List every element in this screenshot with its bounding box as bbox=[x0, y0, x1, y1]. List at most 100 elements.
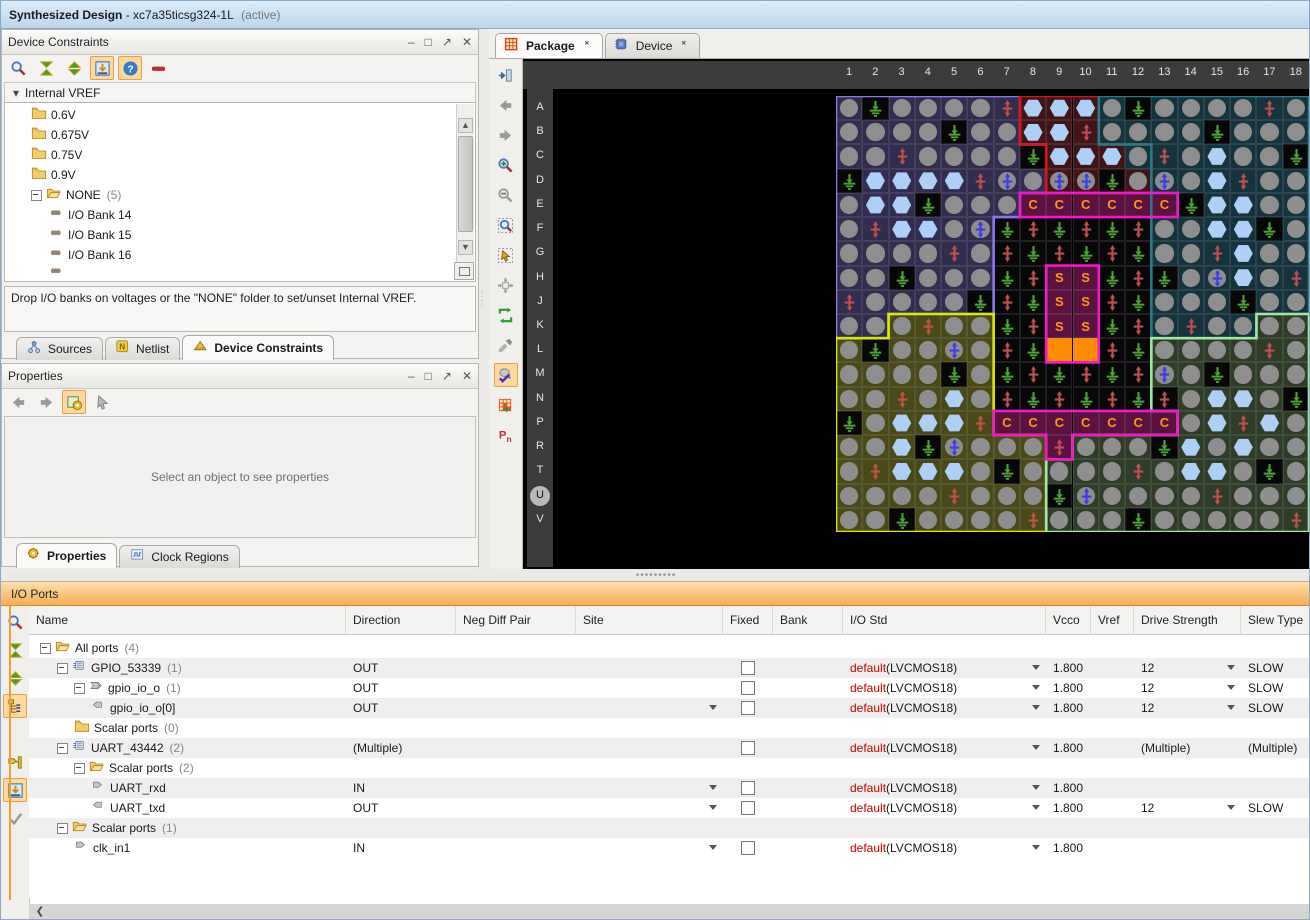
package-pin-cell[interactable] bbox=[1151, 241, 1177, 265]
io-port-row-scalar-ports[interactable]: Scalar ports(1) bbox=[29, 818, 1310, 838]
close-icon[interactable]: ✕ bbox=[462, 36, 472, 48]
clock-capable-pin-cell[interactable]: C bbox=[1046, 193, 1072, 217]
clock-capable-pin-cell[interactable]: C bbox=[994, 411, 1020, 435]
package-pin-cell[interactable] bbox=[967, 241, 993, 265]
fixed-checkbox[interactable] bbox=[741, 781, 755, 795]
package-pin-cell[interactable] bbox=[915, 144, 941, 168]
unplace-button[interactable] bbox=[494, 333, 518, 357]
power-pin-cell[interactable] bbox=[1125, 266, 1151, 290]
fit-selection-button[interactable] bbox=[494, 273, 518, 297]
package-pin-cell[interactable] bbox=[862, 266, 888, 290]
site-dropdown-icon[interactable] bbox=[709, 705, 717, 710]
float-icon[interactable]: ↗ bbox=[442, 36, 452, 48]
power-pin-cell[interactable] bbox=[1020, 266, 1046, 290]
clock-capable-pin-cell[interactable]: C bbox=[1125, 193, 1151, 217]
package-pin-cell[interactable] bbox=[836, 144, 862, 168]
package-pin-cell[interactable] bbox=[1256, 266, 1282, 290]
column-header-slew-type[interactable]: Slew Type bbox=[1241, 606, 1310, 634]
site-dropdown-icon[interactable] bbox=[709, 805, 717, 810]
io-pin-cell[interactable] bbox=[889, 459, 915, 483]
io-pin-cell[interactable] bbox=[1099, 144, 1125, 168]
io-ports-hscrollbar[interactable]: ❮ bbox=[29, 904, 1310, 920]
package-pin-cell[interactable] bbox=[1256, 435, 1282, 459]
package-pin-cell[interactable] bbox=[941, 508, 967, 532]
ground-pin-cell[interactable] bbox=[1230, 290, 1256, 314]
properties-header[interactable]: Properties – □ ↗ ✕ bbox=[2, 364, 478, 389]
fixed-checkbox[interactable] bbox=[741, 841, 755, 855]
power-pin-cell[interactable] bbox=[1256, 96, 1282, 120]
package-pin-cell[interactable] bbox=[1178, 144, 1204, 168]
power-pin-cell[interactable] bbox=[1099, 387, 1125, 411]
drive-dropdown-icon[interactable] bbox=[1227, 685, 1235, 690]
package-pin-cell[interactable] bbox=[1256, 508, 1282, 532]
package-pin-cell[interactable] bbox=[862, 508, 888, 532]
tab-netlist[interactable]: NNetlist bbox=[105, 337, 180, 360]
package-pin-cell[interactable] bbox=[967, 314, 993, 338]
column-header-direction[interactable]: Direction bbox=[346, 606, 456, 634]
float-icon[interactable]: ↗ bbox=[442, 370, 452, 382]
io-pin-cell[interactable] bbox=[941, 387, 967, 411]
package-pin-cell[interactable] bbox=[915, 362, 941, 386]
package-pin-cell[interactable] bbox=[967, 459, 993, 483]
io-pin-cell[interactable] bbox=[1230, 387, 1256, 411]
clock-capable-pin-cell[interactable]: C bbox=[1020, 411, 1046, 435]
io-std-dropdown-icon[interactable] bbox=[1032, 845, 1040, 850]
io-port-row-gpio-53339[interactable]: GPIO_53339(1)OUTdefault (LVCMOS18)1.8001… bbox=[29, 658, 1310, 678]
drive-dropdown-icon[interactable] bbox=[1227, 805, 1235, 810]
special-pin-cell[interactable]: S bbox=[1073, 266, 1099, 290]
maximize-icon[interactable]: □ bbox=[425, 36, 432, 48]
package-pin-cell[interactable] bbox=[915, 484, 941, 508]
io-pin-cell[interactable] bbox=[1178, 435, 1204, 459]
package-pin-cell[interactable] bbox=[941, 266, 967, 290]
power-pin-cell[interactable] bbox=[1020, 362, 1046, 386]
package-pin-cell[interactable] bbox=[941, 96, 967, 120]
editor-tab-device[interactable]: Device bbox=[605, 33, 701, 58]
io-port-row-all-ports[interactable]: All ports(4) bbox=[29, 638, 1310, 658]
package-pin-cell[interactable] bbox=[1125, 144, 1151, 168]
io-pin-cell[interactable] bbox=[1046, 120, 1072, 144]
io-pin-cell[interactable] bbox=[1204, 411, 1230, 435]
cursor-button[interactable] bbox=[90, 390, 114, 414]
power-pin-cell[interactable] bbox=[967, 411, 993, 435]
new-folder-button[interactable] bbox=[3, 722, 27, 746]
column-header-vcco[interactable]: Vcco bbox=[1046, 606, 1091, 634]
tab-device-constraints[interactable]: Device Constraints bbox=[182, 335, 334, 360]
package-pin-cell[interactable] bbox=[967, 484, 993, 508]
package-pin-cell[interactable] bbox=[1204, 508, 1230, 532]
vertical-splitter[interactable]: …… bbox=[479, 29, 489, 569]
io-pin-cell[interactable] bbox=[915, 169, 941, 193]
package-pin-cell[interactable] bbox=[1178, 96, 1204, 120]
power-pin-cell[interactable] bbox=[1099, 290, 1125, 314]
ground-pin-cell[interactable] bbox=[1020, 290, 1046, 314]
tree-item-none[interactable]: NONE(5) bbox=[5, 185, 475, 205]
package-pin-cell[interactable] bbox=[836, 362, 862, 386]
package-pin-cell[interactable] bbox=[994, 193, 1020, 217]
selected-pin-cell[interactable] bbox=[1073, 338, 1099, 362]
settings-import-button[interactable] bbox=[90, 56, 114, 80]
package-pin-cell[interactable] bbox=[1256, 241, 1282, 265]
expander-minus-icon[interactable] bbox=[40, 643, 51, 654]
package-pin-cell[interactable] bbox=[1178, 266, 1204, 290]
io-pin-cell[interactable] bbox=[1073, 96, 1099, 120]
package-pin-cell[interactable] bbox=[836, 217, 862, 241]
package-pin-cell[interactable] bbox=[1151, 338, 1177, 362]
package-pin-cell[interactable] bbox=[967, 338, 993, 362]
package-pin-cell[interactable] bbox=[1283, 435, 1309, 459]
ground-pin-cell[interactable] bbox=[1099, 217, 1125, 241]
package-pin-cell[interactable] bbox=[836, 338, 862, 362]
package-pin-cell[interactable] bbox=[836, 241, 862, 265]
power-pin-cell[interactable] bbox=[1125, 459, 1151, 483]
io-pin-cell[interactable] bbox=[1046, 96, 1072, 120]
ground-pin-cell[interactable] bbox=[1151, 266, 1177, 290]
package-pin-cell[interactable] bbox=[941, 217, 967, 241]
package-pin-cell[interactable] bbox=[1178, 217, 1204, 241]
package-pin-cell[interactable] bbox=[994, 120, 1020, 144]
minimize-icon[interactable]: – bbox=[408, 36, 415, 48]
package-pin-cell[interactable] bbox=[1125, 169, 1151, 193]
io-pin-cell[interactable] bbox=[1230, 241, 1256, 265]
power-pin-cell[interactable] bbox=[1256, 338, 1282, 362]
package-pin-cell[interactable] bbox=[1283, 169, 1309, 193]
power-pin-cell[interactable] bbox=[994, 96, 1020, 120]
tree-item-i-o-bank-14[interactable]: I/O Bank 14 bbox=[5, 205, 475, 225]
io-pin-cell[interactable] bbox=[862, 169, 888, 193]
